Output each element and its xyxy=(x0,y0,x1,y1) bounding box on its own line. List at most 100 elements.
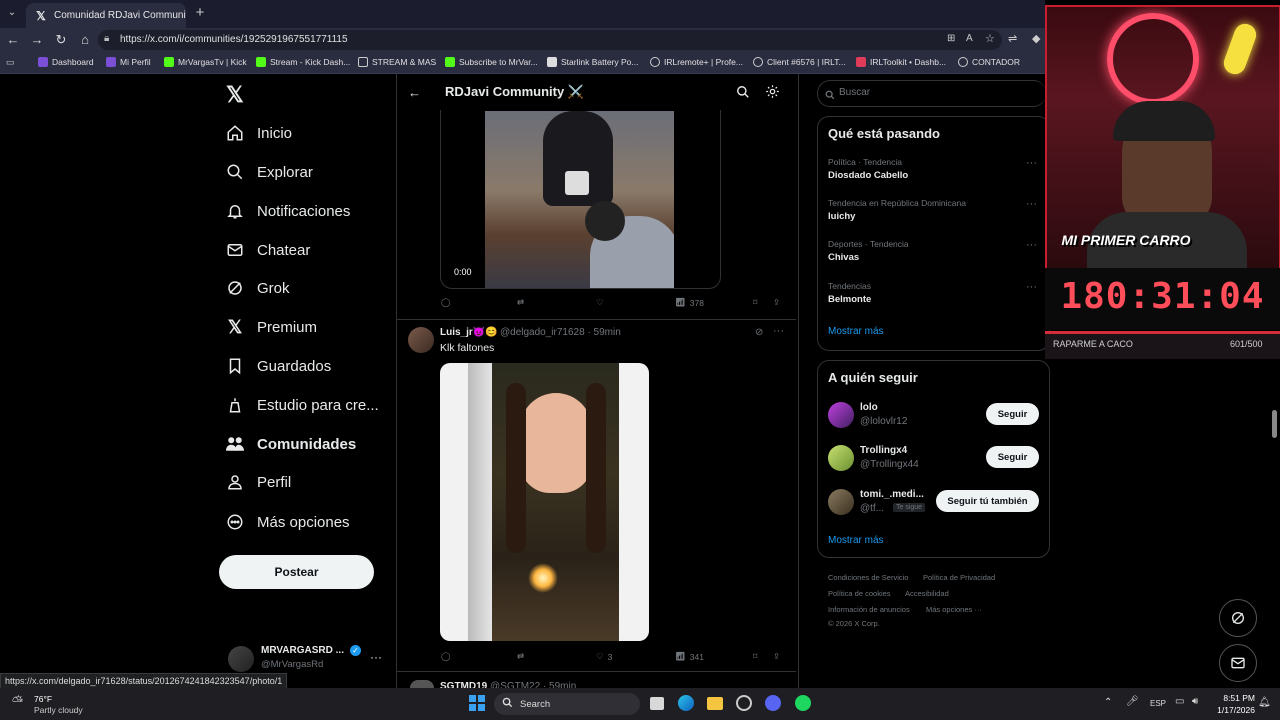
bookmark-contador[interactable]: CONTADOR xyxy=(958,57,1020,67)
bookmark-dashboard[interactable]: Dashboard xyxy=(38,57,94,67)
shield-icon[interactable]: ◆ xyxy=(1032,32,1040,45)
url-text[interactable]: https://x.com/i/communities/192529196755… xyxy=(120,34,348,45)
app-icon[interactable] xyxy=(736,695,752,711)
weather-temp[interactable]: 76°F xyxy=(34,694,52,704)
trend-more-icon[interactable]: ··· xyxy=(1026,198,1037,210)
repost-icon[interactable]: ⇄ xyxy=(517,297,524,308)
avatar[interactable] xyxy=(408,327,434,353)
share-icon[interactable]: ⇪ xyxy=(773,297,780,308)
nav-item-grok[interactable]: Grok xyxy=(222,270,392,306)
notification-bell-icon[interactable]: 🔔︎ xyxy=(1258,697,1271,708)
bookmark-irltoolkit[interactable]: IRLToolkit • Dashb... xyxy=(856,57,946,67)
post-handle-time[interactable]: @SGTM22 · 59min xyxy=(490,680,576,688)
avatar[interactable] xyxy=(828,445,854,471)
new-tab-button[interactable]: + xyxy=(192,5,208,21)
network-icon[interactable]: ▭ xyxy=(1175,696,1184,707)
bookmark-irlremote[interactable]: IRLremote+ | Profe... xyxy=(650,57,743,67)
bookmark-subscribe[interactable]: Subscribe to MrVar... xyxy=(445,57,538,67)
follow-show-more[interactable]: Mostrar más xyxy=(828,535,884,546)
footer-link[interactable]: Accesibilidad xyxy=(905,589,949,598)
trends-show-more[interactable]: Mostrar más xyxy=(828,326,884,337)
app-icon[interactable]: ⊞ xyxy=(947,33,955,44)
volume-icon[interactable]: 🔊︎ xyxy=(1192,696,1198,707)
avatar[interactable] xyxy=(228,646,254,672)
avatar[interactable] xyxy=(410,680,434,688)
trend-more-icon[interactable]: ··· xyxy=(1026,239,1037,251)
footer-link[interactable]: Más opciones ··· xyxy=(926,605,982,614)
favorite-star-icon[interactable]: ☆ xyxy=(985,32,995,45)
browser-tab[interactable]: 𝕏 Comunidad RDJavi Community ✕ xyxy=(26,3,186,28)
bookmark-stream-mas[interactable]: STREAM & MAS xyxy=(358,57,436,67)
reply-icon[interactable]: ◯ xyxy=(441,651,451,662)
nav-item-guardados[interactable]: Guardados xyxy=(222,348,392,384)
edge-icon[interactable] xyxy=(678,695,694,711)
nav-item-explorar[interactable]: Explorar xyxy=(222,154,392,190)
share-icon[interactable]: ⇪ xyxy=(773,651,780,662)
collections-icon[interactable]: ▭ xyxy=(6,57,15,68)
bookmark-icon[interactable]: ⌑ xyxy=(753,651,757,662)
search-icon[interactable] xyxy=(736,85,750,104)
trend-more-icon[interactable]: ··· xyxy=(1026,281,1037,293)
clock-date[interactable]: 1/17/2026 xyxy=(1205,705,1255,715)
account-menu-icon[interactable]: ··· xyxy=(370,650,382,664)
language-indicator[interactable]: ESP xyxy=(1150,699,1166,708)
views-count[interactable]: 📶︎ 341 xyxy=(675,651,704,662)
trend-name[interactable]: luichy xyxy=(828,211,855,222)
bookmark-client[interactable]: Client #6576 | IRLT... xyxy=(753,57,846,67)
trend-more-icon[interactable]: ··· xyxy=(1026,157,1037,169)
footer-link[interactable]: Información de anuncios xyxy=(828,605,910,614)
reload-icon[interactable]: ↻ xyxy=(52,31,70,49)
microphone-icon[interactable]: 🎤︎ xyxy=(1126,696,1139,707)
bookmark-mrvargastv-kick[interactable]: MrVargasTv | Kick xyxy=(164,57,247,67)
scrollbar-thumb[interactable] xyxy=(1272,410,1277,438)
grok-float-button[interactable] xyxy=(1219,599,1257,637)
footer-link[interactable]: Política de cookies xyxy=(828,589,891,598)
follow-button[interactable]: Seguir xyxy=(986,403,1039,425)
avatar[interactable] xyxy=(828,489,854,515)
x-logo-icon[interactable]: 𝕏 xyxy=(226,82,248,107)
trend-name[interactable]: Belmonte xyxy=(828,294,871,305)
follow-name[interactable]: lolo xyxy=(860,402,878,413)
settings-gear-icon[interactable] xyxy=(765,84,780,104)
like-icon[interactable]: ♡ xyxy=(596,297,604,308)
bookmark-icon[interactable]: ⌑ xyxy=(753,297,757,308)
weather-icon[interactable]: ⛅︎ xyxy=(12,693,23,710)
reply-icon[interactable]: ◯ xyxy=(441,297,451,308)
bookmark-stream-kick[interactable]: Stream - Kick Dash... xyxy=(256,57,350,67)
follow-name[interactable]: tomi._.medi... xyxy=(860,489,924,500)
nav-item-inicio[interactable]: Inicio xyxy=(222,115,392,151)
grok-icon[interactable]: ⊘ xyxy=(755,327,763,338)
clock-time[interactable]: 8:51 PM xyxy=(1210,693,1255,703)
follow-back-button[interactable]: Seguir tú también xyxy=(936,490,1039,512)
nav-item-chatear[interactable]: Chatear xyxy=(222,232,392,268)
post-button[interactable]: Postear xyxy=(219,555,374,589)
trend-name[interactable]: Chivas xyxy=(828,252,859,263)
extensions-icon[interactable]: ⇌ xyxy=(1008,32,1017,45)
footer-link[interactable]: Política de Privacidad xyxy=(923,573,995,582)
windows-start-icon[interactable] xyxy=(469,695,485,711)
back-icon[interactable]: ← xyxy=(4,31,22,49)
post-more-icon[interactable]: ··· xyxy=(773,325,784,337)
nav-item-comunidades[interactable]: Comunidades xyxy=(222,426,392,462)
discord-icon[interactable] xyxy=(765,695,781,711)
taskbar-search[interactable]: Search xyxy=(494,693,640,715)
video-player[interactable] xyxy=(485,111,674,288)
home-icon[interactable]: ⌂ xyxy=(76,31,94,49)
avatar[interactable] xyxy=(828,402,854,428)
search-input[interactable]: Buscar xyxy=(839,87,870,98)
post-photo[interactable] xyxy=(440,363,649,641)
nav-item-perfil[interactable]: Perfil xyxy=(222,464,392,500)
spotify-icon[interactable] xyxy=(795,695,811,711)
file-explorer-icon[interactable] xyxy=(707,697,723,710)
bookmark-starlink[interactable]: Starlink Battery Po... xyxy=(547,57,638,67)
like-button[interactable]: ♡ 3 xyxy=(596,651,612,662)
follow-name[interactable]: Trollingx4 xyxy=(860,445,907,456)
tab-list-button[interactable]: ⌄ xyxy=(4,5,20,21)
nav-item-premium[interactable]: 𝕏 Premium xyxy=(222,309,392,345)
post-author[interactable]: SGTMD19 xyxy=(440,680,487,688)
nav-item-estudio[interactable]: Estudio para cre... xyxy=(222,387,392,423)
messages-float-button[interactable] xyxy=(1219,644,1257,682)
post-author[interactable]: Luis_jr😈😊 xyxy=(440,327,498,338)
post-handle-time[interactable]: @delgado_ir71628 · 59min xyxy=(500,327,621,338)
nav-item-notificaciones[interactable]: Notificaciones xyxy=(222,193,392,229)
